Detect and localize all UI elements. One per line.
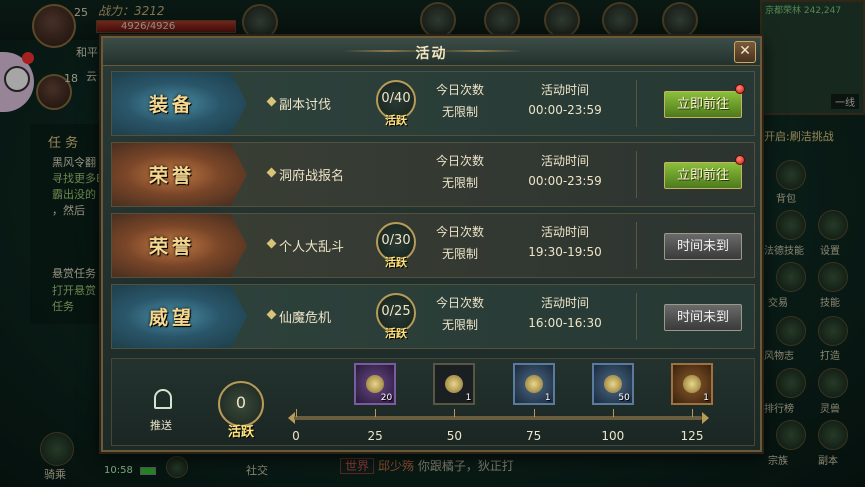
not-yet-button[interactable]: 时间未到 — [664, 233, 742, 260]
reward-chest[interactable]: 20 — [354, 363, 397, 405]
count-header: 今日次数 — [435, 83, 484, 97]
milestone-label: 25 — [367, 429, 383, 443]
milestone-label: 125 — [680, 429, 704, 443]
activity-row[interactable]: 威望 仙魔危机 0/25 活跃 今日次数 无限制 活动时间 16:00-16:3… — [111, 284, 755, 349]
time-value: 00:00-23:59 — [528, 174, 602, 188]
count-value: 无限制 — [441, 247, 478, 261]
milestone-label: 75 — [525, 429, 542, 443]
category-label: 荣誉 — [148, 236, 195, 258]
reward-quantity: 1 — [465, 393, 472, 403]
activity-reward-panel: 推送 0 活跃 0 25 20 50 1 75 1 100 50 125 1 — [111, 358, 755, 446]
activity-progress-tag: 活跃 — [385, 114, 407, 127]
activity-progress: 0/25 — [381, 304, 411, 319]
milestone-tick — [612, 409, 614, 417]
count-value: 无限制 — [441, 318, 478, 332]
activity-name: 个人大乱斗 — [279, 240, 345, 255]
title-ornament-right — [433, 50, 523, 52]
count-header: 今日次数 — [435, 154, 484, 168]
dialog-title: 活动 — [415, 46, 448, 62]
activity-row[interactable]: 荣誉 个人大乱斗 0/30 活跃 今日次数 无限制 活动时间 19:30-19:… — [111, 213, 755, 278]
row-divider — [636, 151, 637, 198]
count-value: 无限制 — [441, 105, 478, 119]
milestone-tick — [375, 409, 377, 417]
reward-chest[interactable]: 1 — [433, 363, 476, 405]
time-column: 活动时间 19:30-19:50 — [520, 223, 610, 259]
activity-progress-tag: 活跃 — [385, 256, 407, 269]
time-column: 活动时间 16:00-16:30 — [520, 294, 610, 330]
activity-row[interactable]: 荣誉 洞府战报名 今日次数 无限制 活动时间 00:00-23:59 立即前往 — [111, 142, 755, 207]
activity-progress-emblem: 0/30 活跃 — [370, 222, 422, 270]
alert-dot-icon — [735, 155, 745, 165]
time-column: 活动时间 00:00-23:59 — [520, 152, 610, 188]
reward-chest[interactable]: 50 — [591, 363, 634, 405]
reward-quantity: 20 — [380, 393, 393, 403]
diamond-bullet-icon — [266, 96, 277, 107]
total-active-value: 0 — [235, 393, 247, 412]
time-value: 19:30-19:50 — [528, 245, 602, 259]
time-header: 活动时间 — [540, 225, 589, 239]
count-column: 今日次数 无限制 — [430, 152, 490, 191]
category-label: 威望 — [148, 307, 195, 329]
scroll-icon — [366, 375, 385, 393]
not-yet-button[interactable]: 时间未到 — [664, 304, 742, 331]
time-header: 活动时间 — [540, 296, 589, 310]
bag-icon — [524, 375, 543, 393]
activity-row[interactable]: 装备 副本讨伐 0/40 活跃 今日次数 无限制 活动时间 00:00-23:5… — [111, 71, 755, 136]
count-header: 今日次数 — [435, 225, 484, 239]
activity-progress-track — [294, 416, 702, 420]
alert-dot-icon — [735, 84, 745, 94]
milestone-tick — [296, 409, 297, 417]
diamond-bullet-icon — [266, 309, 277, 320]
count-column: 今日次数 无限制 — [430, 294, 490, 333]
close-button[interactable]: ✕ — [734, 41, 756, 63]
treasure-icon — [683, 375, 701, 393]
go-now-button[interactable]: 立即前往 — [664, 162, 742, 189]
time-value: 00:00-23:59 — [528, 103, 602, 117]
dialog-header: 活动 ✕ — [103, 38, 760, 66]
activity-name: 副本讨伐 — [279, 98, 332, 113]
milestone-tick — [533, 409, 535, 417]
total-active-medal: 0 活跃 — [210, 381, 272, 443]
row-divider — [636, 80, 637, 127]
milestone-tick — [454, 409, 456, 417]
reward-quantity: 1 — [703, 393, 709, 403]
time-value: 16:00-16:30 — [528, 316, 602, 330]
activity-progress-emblem: 0/40 活跃 — [370, 80, 422, 128]
bag-icon — [445, 375, 464, 393]
track-right-arrow-icon — [702, 412, 709, 424]
push-bell-icon[interactable] — [150, 387, 176, 413]
activity-progress-emblem: 0/25 活跃 — [370, 293, 422, 341]
reward-chest[interactable]: 1 — [671, 363, 713, 405]
count-column: 今日次数 无限制 — [430, 223, 490, 262]
reward-quantity: 50 — [618, 393, 630, 403]
time-header: 活动时间 — [540, 154, 589, 168]
time-column: 活动时间 00:00-23:59 — [520, 81, 610, 117]
count-column: 今日次数 无限制 — [430, 81, 490, 120]
total-active-tag: 活跃 — [227, 425, 254, 440]
milestone-label: 0 — [292, 429, 300, 443]
diamond-bullet-icon — [266, 238, 277, 249]
milestone-tick — [692, 409, 693, 417]
diamond-bullet-icon — [266, 167, 277, 178]
row-divider — [636, 293, 637, 340]
category-label: 装备 — [148, 94, 195, 116]
row-divider — [636, 222, 637, 269]
milestone-label: 50 — [446, 429, 463, 443]
activity-name: 洞府战报名 — [279, 169, 345, 184]
activity-progress-tag: 活跃 — [385, 327, 407, 340]
go-now-button[interactable]: 立即前往 — [664, 91, 742, 118]
count-header: 今日次数 — [435, 296, 484, 310]
activity-name: 仙魔危机 — [279, 311, 332, 326]
push-label[interactable]: 推送 — [150, 417, 172, 433]
activity-progress: 0/30 — [381, 233, 411, 248]
milestone-label: 100 — [601, 429, 625, 443]
activity-progress: 0/40 — [381, 91, 411, 106]
reward-quantity: 1 — [544, 393, 551, 403]
count-value: 无限制 — [441, 176, 478, 190]
reward-chest[interactable]: 1 — [512, 363, 555, 405]
orb-icon — [603, 375, 622, 393]
category-label: 荣誉 — [148, 165, 195, 187]
activity-dialog: 活动 ✕ 装备 副本讨伐 0/40 活跃 今日次数 无限制 活动时间 00:00… — [101, 36, 762, 452]
time-header: 活动时间 — [540, 83, 589, 97]
